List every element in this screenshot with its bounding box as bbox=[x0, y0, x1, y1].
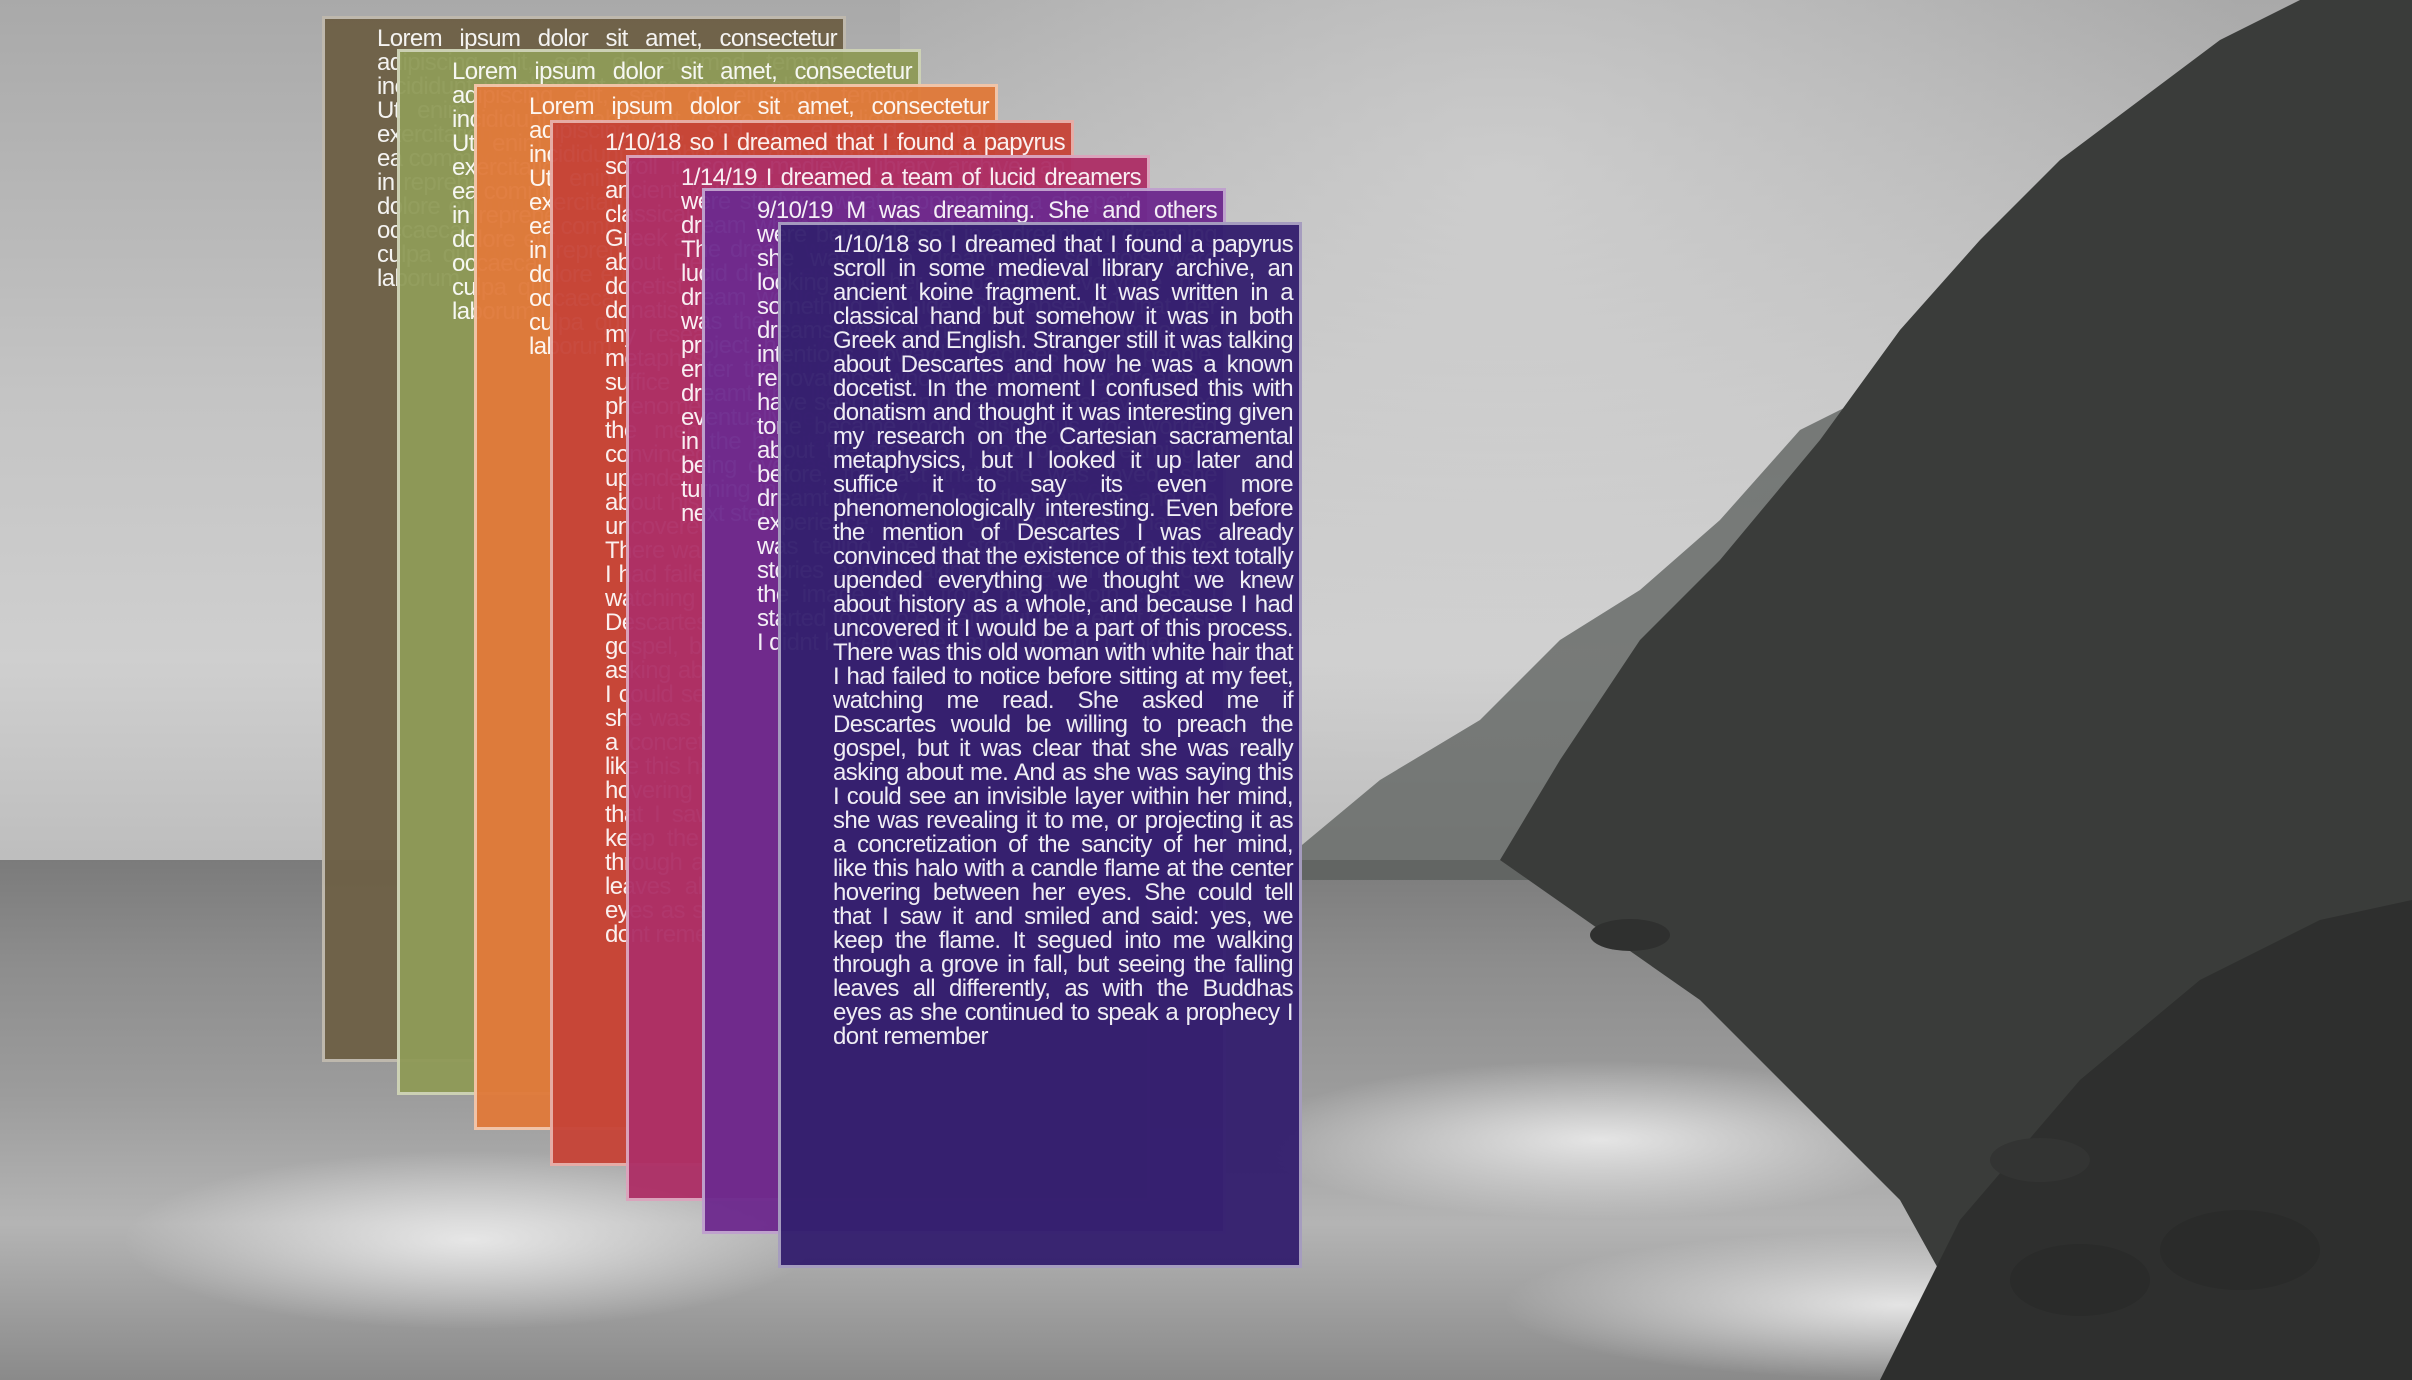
card-text: 1/10/18 so I dreamed that I found a papy… bbox=[833, 231, 1294, 1050]
dream-journal-card-stack: Lorem ipsum dolor sit amet, consectetur … bbox=[0, 0, 2412, 1380]
journal-card-7[interactable]: 1/10/18 so I dreamed that I found a papy… bbox=[778, 222, 1302, 1268]
